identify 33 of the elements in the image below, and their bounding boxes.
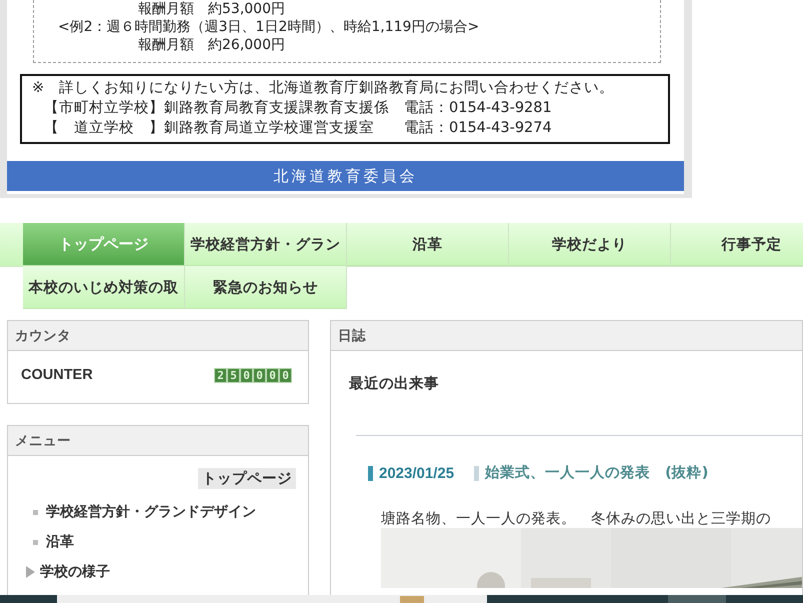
bullet-icon [33, 510, 38, 514]
notice-text: ※ 詳しくお知りになりたい方は、北海道教育庁釧路教育局にお問い合わせください。 [32, 78, 614, 98]
contact-line: 【 道立学校 】釧路教育局道立学校運営支援室 電話：0154-43-9274 [44, 118, 552, 138]
salary-text: 報酬月額 約53,000円 [138, 0, 285, 18]
nav-tab[interactable]: 沿革 [347, 223, 509, 266]
nav-tab[interactable]: 学校経営方針・グラン [185, 223, 347, 266]
nav-tab[interactable]: 学校だより [509, 223, 671, 266]
example-heading: <例2：週６時間勤務（週3日、1日2時間）、時給1,119円の場合> [58, 18, 480, 36]
bullet-icon [33, 540, 38, 544]
counter-digit: 0 [280, 368, 291, 382]
menu-item[interactable]: 学校の様子 [40, 563, 110, 581]
panel-title: メニュー [15, 432, 71, 450]
panel-title: カウンタ [15, 326, 71, 344]
triangle-icon [26, 566, 35, 578]
salary-text: 報酬月額 約26,000円 [138, 36, 285, 54]
footer-banner: 北海道教育委員会 [7, 161, 684, 191]
entry-date: 2023/01/25 [368, 466, 454, 481]
counter-digit: 5 [228, 368, 239, 382]
section-heading: 最近の出来事 [349, 374, 439, 393]
counter-digit: 2 [215, 368, 226, 382]
counter-digit: 0 [241, 368, 252, 382]
panel-title: 日誌 [338, 326, 366, 344]
entry-text: 塘路名物、一人一人の発表。 冬休みの思い出と三学期の [381, 510, 771, 528]
counter-label: COUNTER [21, 367, 93, 383]
nav-tab[interactable]: 緊急のお知らせ [185, 266, 347, 309]
entry-title[interactable]: 始業式、一人一人の発表 (抜粋) [474, 466, 708, 481]
nav-tab[interactable]: 本校のいじめ対策の取 [23, 266, 185, 309]
contact-line: 【市町村立学校】釧路教育局教育支援課教育支援係 電話：0154-43-9281 [44, 98, 552, 118]
counter-digit: 0 [267, 368, 278, 382]
menu-item[interactable]: トップページ [198, 468, 296, 489]
counter-digit: 0 [254, 368, 265, 382]
menu-item[interactable]: 学校経営方針・グランドデザイン [46, 503, 256, 521]
menu-item[interactable]: 沿革 [46, 533, 74, 551]
